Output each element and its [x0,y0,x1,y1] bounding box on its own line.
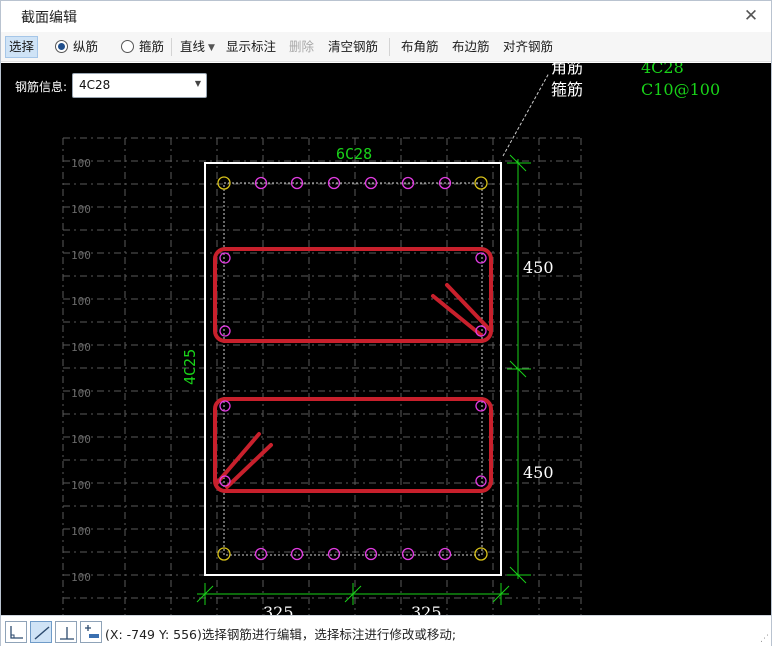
grid-label: 100 [71,387,91,400]
window-title: 截面编辑 [21,10,77,26]
legend-stirrup-label: 箍筋 [551,80,583,99]
select-button[interactable]: 选择 [5,36,39,58]
longitudinal-label: 纵筋 [73,39,99,54]
status-bar: (X: -749 Y: 556)选择钢筋进行编辑，选择标注进行修改或移动; ⋰ [1,615,771,646]
ortho-icon [10,626,23,639]
rebar-info-value: 4C28 [79,78,111,92]
add-point-button[interactable] [80,621,102,643]
rebar-info-label: 钢筋信息: [15,80,68,94]
close-icon[interactable]: ✕ [741,6,761,26]
dim-right-lower[interactable]: 450 [523,463,554,482]
section-outline[interactable] [204,162,502,576]
drawing-canvas[interactable]: 100 100 100 100 100 100 100 100 100 100 … [1,63,771,615]
dim-right-upper[interactable]: 450 [523,258,554,277]
section-drawing[interactable]: 100 100 100 100 100 100 100 100 100 100 … [1,63,771,615]
grid-label: 100 [71,525,91,538]
grid-label: 100 [71,479,91,492]
stirrup-lower[interactable] [213,397,493,493]
chevron-down-icon: ▼ [194,79,201,88]
grid-label: 100 [71,157,91,170]
grid-labels: 100 100 100 100 100 100 100 100 100 100 [71,157,91,584]
grid-label: 100 [71,295,91,308]
clear-rebar-button[interactable]: 清空钢筋 [328,36,378,58]
grid-label: 100 [71,249,91,262]
line-label: 直线 [180,39,206,54]
add-point-icon [85,625,99,638]
longitudinal-radio[interactable]: 纵筋 [55,36,98,58]
stirrup-label: 箍筋 [139,39,165,54]
ortho-snap-button[interactable] [5,621,27,643]
leader-line [502,72,550,157]
resize-grip-icon[interactable]: ⋰ [760,634,769,644]
stirrup-upper[interactable] [213,247,493,343]
legend-main-label: 角筋 [551,63,583,77]
dim-bottom-right[interactable]: 325 [411,603,442,615]
show-dims-button[interactable]: 显示标注 [226,36,276,58]
perpendicular-icon [60,627,74,640]
radio-checked-icon [55,40,68,53]
background-grid [62,137,582,615]
dim-bottom-left[interactable]: 325 [263,603,294,615]
rebar-legend: 角筋 4C28 箍筋 C10@100 [551,63,720,99]
toolbar-separator [389,38,390,56]
legend-stirrup-value: C10@100 [641,80,720,99]
delete-button[interactable]: 删除 [289,36,314,58]
radio-unchecked-icon [121,40,134,53]
grid-label: 100 [71,433,91,446]
stirrup-radio[interactable]: 箍筋 [121,36,164,58]
diagonal-line-icon [34,626,50,640]
grid-label: 100 [71,571,91,584]
line-dropdown[interactable]: 直线 ▼ [180,36,215,58]
toolbar: 选择 纵筋 箍筋 直线 ▼ 显示标注 删除 清空钢筋 布角筋 布边筋 对齐钢筋 [1,32,771,62]
align-rebar-button[interactable]: 对齐钢筋 [503,36,553,58]
side-rebar-label[interactable]: 4C25 [181,349,199,385]
legend-main-value: 4C28 [641,63,684,77]
stirrup-hooks [215,283,491,489]
rebar-info-select[interactable]: 4C28 ▼ [72,73,207,98]
bottom-dimension[interactable] [196,583,510,605]
perpendicular-button[interactable] [55,621,77,643]
grid-label: 100 [71,203,91,216]
toolbar-separator [171,38,172,56]
top-rebar-label[interactable]: 6C28 [336,145,372,163]
line-mode-button[interactable] [30,621,52,643]
corner-rebar-button[interactable]: 布角筋 [401,36,439,58]
title-bar: 截面编辑 ✕ [1,1,771,31]
section-editor-window: 截面编辑 ✕ 选择 纵筋 箍筋 直线 ▼ 显示标注 删除 清空钢筋 布角筋 布边筋… [0,0,772,646]
side-rebar-button[interactable]: 布边筋 [452,36,490,58]
status-text: (X: -749 Y: 556)选择钢筋进行编辑，选择标注进行修改或移动; [105,627,457,642]
grid-label: 100 [71,341,91,354]
chevron-down-icon: ▼ [208,43,215,53]
right-dimension[interactable] [507,154,531,584]
